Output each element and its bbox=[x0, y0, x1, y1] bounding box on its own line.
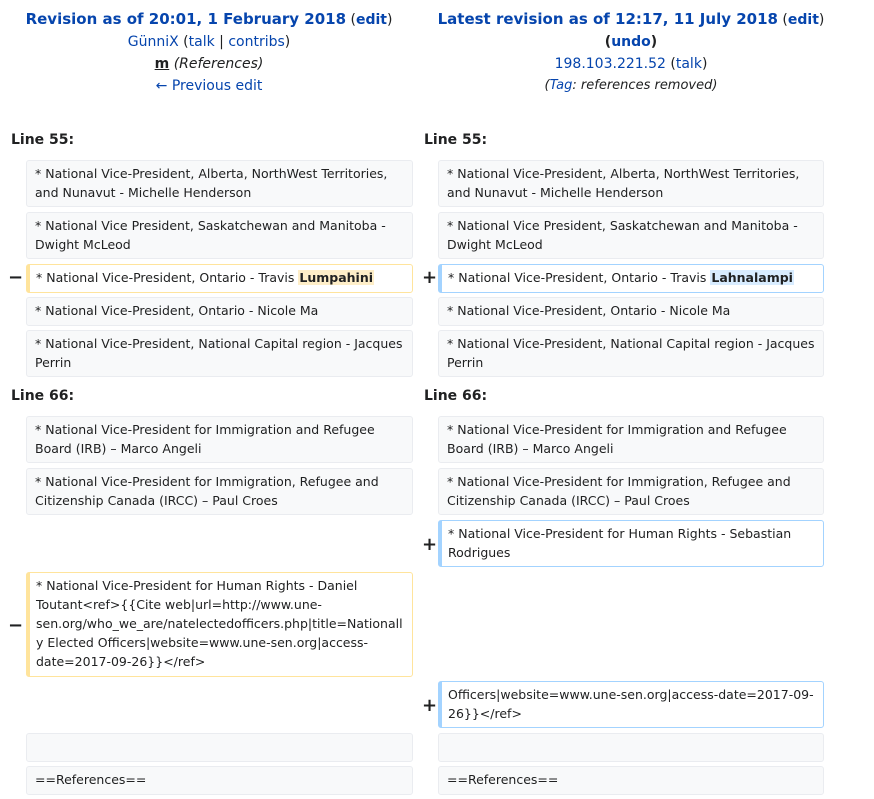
added-line-text: * National Vice-President, Ontario - Tra… bbox=[448, 270, 711, 285]
previous-edit-link[interactable]: ← Previous edit bbox=[156, 78, 263, 94]
left-contribs-link[interactable]: contribs bbox=[228, 34, 284, 50]
left-context-line: * National Vice President, Saskatchewan … bbox=[26, 212, 413, 259]
left-line-number-55: Line 55: bbox=[11, 132, 75, 148]
left-edit-link[interactable]: edit bbox=[356, 12, 387, 28]
left-talk-link[interactable]: talk bbox=[189, 34, 215, 50]
right-revision-title-link[interactable]: Latest revision as of 12:17, 11 July 201… bbox=[438, 10, 778, 28]
right-context-line: * National Vice-President, Ontario - Nic… bbox=[438, 297, 824, 326]
deleted-word: Lumpahini bbox=[298, 270, 374, 285]
right-context-line: * National Vice-President, Alberta, Nort… bbox=[438, 160, 824, 207]
left-context-line: * National Vice-President for Immigratio… bbox=[26, 468, 413, 515]
right-context-line: * National Vice-President for Immigratio… bbox=[438, 416, 824, 463]
undo-link[interactable]: undo bbox=[611, 34, 651, 50]
deleted-line-marker: − bbox=[8, 615, 24, 636]
left-line-number-66: Line 66: bbox=[11, 388, 75, 404]
left-context-line: ==References== bbox=[26, 766, 413, 795]
right-empty-context-line bbox=[438, 733, 824, 762]
left-context-line: * National Vice-President, Alberta, Nort… bbox=[26, 160, 413, 207]
added-line: Officers|website=www.une-sen.org|access-… bbox=[438, 681, 824, 728]
left-revision-header: Revision as of 20:01, 1 February 2018 (e… bbox=[25, 10, 393, 94]
added-word: Lahnalampi bbox=[710, 270, 794, 285]
right-context-line: * National Vice President, Saskatchewan … bbox=[438, 212, 824, 259]
deleted-line: * National Vice-President for Human Righ… bbox=[26, 572, 413, 677]
left-context-line: * National Vice-President, Ontario - Nic… bbox=[26, 297, 413, 326]
added-line-marker: + bbox=[422, 534, 438, 555]
left-edit-summary: (References) bbox=[173, 56, 264, 72]
right-context-line: * National Vice-President, National Capi… bbox=[438, 330, 824, 377]
added-line-marker: + bbox=[422, 695, 438, 716]
tag-value: : references removed bbox=[572, 78, 713, 93]
right-revision-header: Latest revision as of 12:17, 11 July 201… bbox=[437, 10, 825, 93]
deleted-line: * National Vice-President, Ontario - Tra… bbox=[26, 264, 413, 293]
left-revision-title-link[interactable]: Revision as of 20:01, 1 February 2018 bbox=[26, 10, 346, 28]
deleted-line-text: * National Vice-President, Ontario - Tra… bbox=[36, 270, 299, 285]
added-line: * National Vice-President for Human Righ… bbox=[438, 520, 824, 567]
right-context-line: * National Vice-President for Immigratio… bbox=[438, 468, 824, 515]
right-line-number-55: Line 55: bbox=[424, 132, 488, 148]
right-talk-link[interactable]: talk bbox=[676, 56, 702, 72]
tag-link[interactable]: Tag bbox=[550, 78, 573, 93]
left-context-line: * National Vice-President, National Capi… bbox=[26, 330, 413, 377]
right-line-number-66: Line 66: bbox=[424, 388, 488, 404]
minor-edit-marker: m bbox=[154, 56, 170, 72]
deleted-line-marker: − bbox=[8, 267, 24, 288]
left-user-link[interactable]: GünniX bbox=[128, 34, 179, 50]
left-empty-context-line bbox=[26, 733, 413, 762]
added-line-marker: + bbox=[422, 267, 438, 288]
left-context-line: * National Vice-President for Immigratio… bbox=[26, 416, 413, 463]
right-context-line: ==References== bbox=[438, 766, 824, 795]
right-user-link[interactable]: 198.103.221.52 bbox=[555, 56, 666, 72]
added-line: * National Vice-President, Ontario - Tra… bbox=[438, 264, 824, 293]
right-edit-link[interactable]: edit bbox=[788, 12, 819, 28]
